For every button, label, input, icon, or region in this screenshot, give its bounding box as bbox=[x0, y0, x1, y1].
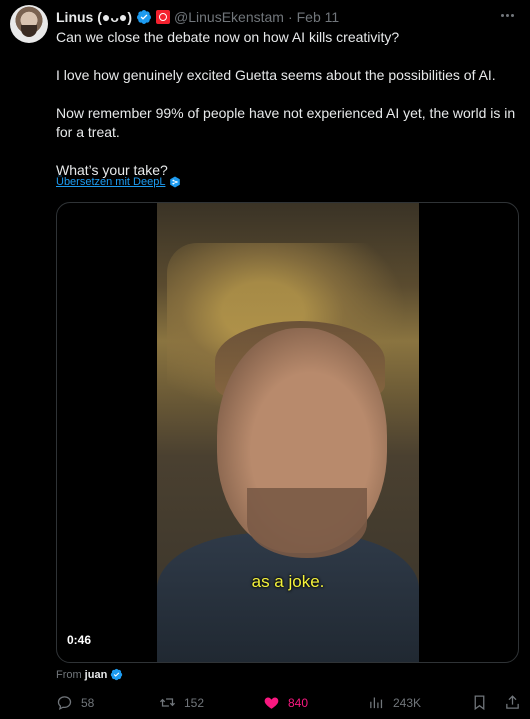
author-name[interactable]: Linus (●ᴗ●) bbox=[56, 9, 132, 25]
video-duration: 0:46 bbox=[67, 633, 92, 647]
translate-label[interactable]: Übersetzen mit DeepL bbox=[56, 176, 165, 188]
video-frame[interactable]: as a joke. bbox=[157, 203, 419, 662]
action-bar: 58 152 840 243K bbox=[56, 694, 520, 716]
share-button[interactable] bbox=[504, 694, 521, 711]
tweet-paragraph: Now remember 99% of people have not expe… bbox=[56, 105, 516, 140]
more-icon[interactable] bbox=[496, 6, 518, 24]
verified-icon bbox=[111, 668, 123, 681]
bookmark-button[interactable] bbox=[471, 694, 488, 711]
avatar[interactable] bbox=[10, 5, 48, 43]
from-user[interactable]: juan bbox=[85, 669, 108, 681]
bookmark-icon bbox=[474, 695, 485, 711]
tweet-paragraph: I love how genuinely excited Guetta seem… bbox=[56, 67, 496, 83]
tweet-header: Linus (●ᴗ●) @LinusEkenstam · Feb 11 bbox=[56, 7, 339, 27]
tweet-text: Can we close the debate now on how AI ki… bbox=[56, 28, 516, 180]
video-source: From juan bbox=[56, 668, 123, 681]
affiliate-badge-icon[interactable] bbox=[156, 10, 171, 24]
like-button[interactable]: 840 bbox=[263, 694, 308, 711]
from-label: From bbox=[56, 668, 82, 681]
video-caption: as a joke. bbox=[251, 572, 325, 591]
reply-count: 58 bbox=[81, 695, 95, 710]
like-icon bbox=[264, 697, 279, 709]
video-player[interactable]: as a joke. 0:46 bbox=[56, 202, 519, 663]
video-person-beard bbox=[247, 488, 367, 558]
separator-dot: · bbox=[287, 9, 293, 25]
reply-button[interactable]: 58 bbox=[56, 694, 94, 711]
avatar-beard bbox=[21, 25, 37, 37]
repost-button[interactable]: 152 bbox=[159, 694, 204, 711]
views-count: 243K bbox=[393, 695, 422, 710]
translate-link[interactable]: Übersetzen mit DeepL bbox=[56, 176, 181, 188]
views-button[interactable]: 243K bbox=[368, 694, 421, 711]
views-icon bbox=[370, 697, 383, 709]
repost-icon bbox=[159, 698, 176, 707]
deepl-icon bbox=[170, 176, 181, 188]
tweet-date[interactable]: Feb 11 bbox=[297, 9, 340, 25]
author-handle[interactable]: @LinusEkenstam bbox=[174, 9, 284, 25]
share-icon bbox=[506, 695, 519, 709]
repost-count: 152 bbox=[184, 695, 205, 710]
like-count: 840 bbox=[288, 695, 309, 710]
tweet-paragraph: Can we close the debate now on how AI ki… bbox=[56, 29, 400, 45]
reply-icon bbox=[57, 696, 72, 711]
verified-icon bbox=[137, 10, 152, 24]
